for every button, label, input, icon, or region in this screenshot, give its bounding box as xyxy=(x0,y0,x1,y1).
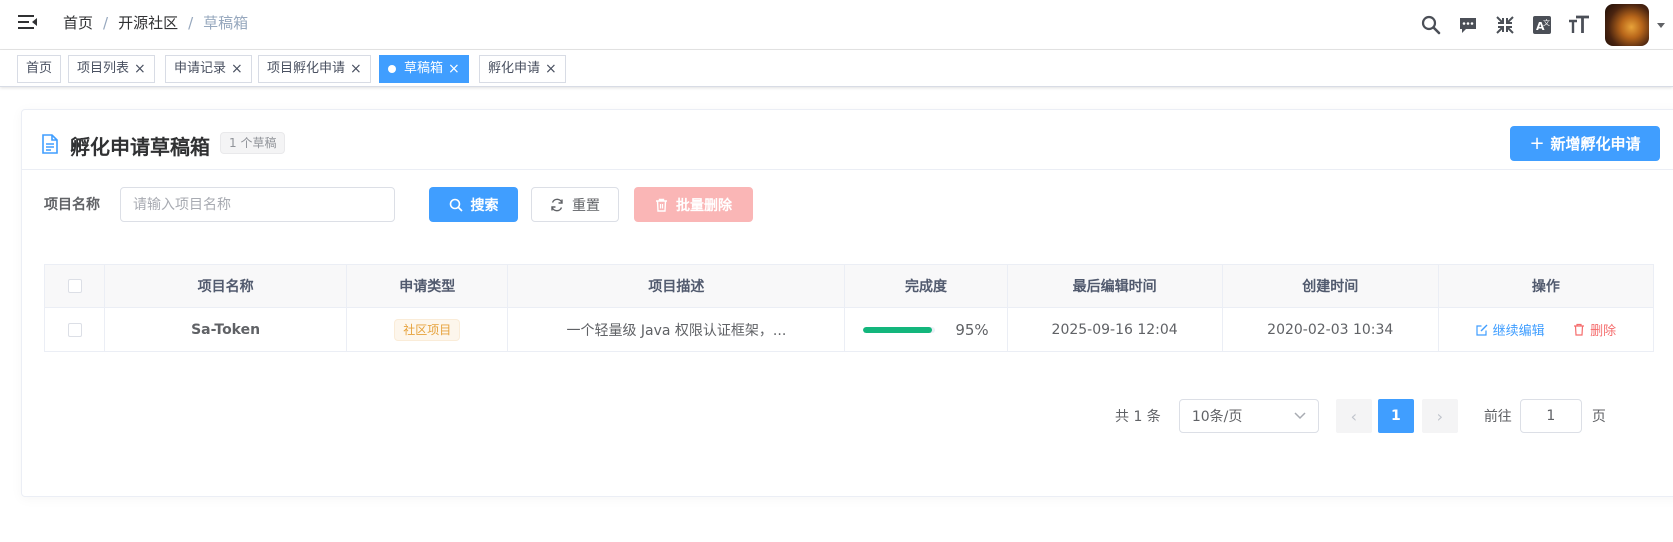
progress-percent: 95% xyxy=(955,320,989,339)
add-incubation-button[interactable]: + 新增孵化申请 xyxy=(1510,126,1660,161)
row-checkbox[interactable] xyxy=(67,322,82,337)
page-suffix: 页 xyxy=(1591,409,1606,425)
exit-fullscreen-icon[interactable] xyxy=(1486,10,1523,40)
next-page-button[interactable]: › xyxy=(1421,399,1458,433)
column-header: 创建时间 xyxy=(1221,264,1439,308)
search-button-label: 搜索 xyxy=(470,197,499,214)
tag-label: 首页 xyxy=(26,61,53,76)
breadcrumb-current: 草稿箱 xyxy=(203,14,249,32)
tag-application-records[interactable]: 申请记录 × xyxy=(165,55,252,83)
table-header-row: 项目名称 申请类型 项目描述 完成度 最后编辑时间 创建时间 操作 xyxy=(43,264,1655,308)
select-cell xyxy=(43,307,106,352)
header-right-menu: A文 xyxy=(1412,4,1673,46)
progress-cell: 95% xyxy=(844,307,1008,352)
navbar: 首页 / 开源社区 / 草稿箱 A文 xyxy=(0,0,1673,50)
last-edited-cell: 2025-09-16 12:04 xyxy=(1006,307,1223,352)
batch-delete-button[interactable]: 批量删除 xyxy=(634,187,753,222)
trash-icon xyxy=(656,198,667,212)
active-dot-icon xyxy=(388,65,396,73)
breadcrumb: 首页 / 开源社区 / 草稿箱 xyxy=(63,13,248,33)
breadcrumb-home[interactable]: 首页 xyxy=(63,13,93,33)
svg-text:文: 文 xyxy=(1543,18,1550,27)
batch-delete-label: 批量删除 xyxy=(676,197,732,214)
tag-project-list[interactable]: 项目列表 × xyxy=(68,55,155,83)
continue-edit-button[interactable]: 继续编辑 xyxy=(1476,320,1545,339)
progress-bar-fill xyxy=(863,326,932,333)
column-header: 最后编辑时间 xyxy=(1006,264,1223,308)
add-button-label: 新增孵化申请 xyxy=(1550,135,1641,153)
search-button[interactable]: 搜索 xyxy=(429,187,518,222)
project-name-search-input[interactable] xyxy=(120,187,395,222)
project-name-cell: Sa-Token xyxy=(104,307,348,352)
page-size-value: 10条/页 xyxy=(1191,409,1243,425)
font-size-icon[interactable] xyxy=(1560,10,1597,40)
tag-drafts[interactable]: 草稿箱 × xyxy=(379,55,469,83)
refresh-icon xyxy=(551,198,563,211)
goto-page-input[interactable] xyxy=(1519,399,1582,433)
hamburger-menu-icon[interactable] xyxy=(18,13,38,31)
tag-incubation[interactable]: 孵化申请 × xyxy=(479,55,566,83)
close-icon[interactable]: × xyxy=(231,62,243,76)
continue-edit-label: 继续编辑 xyxy=(1492,324,1545,339)
avatar[interactable] xyxy=(1605,4,1649,46)
tag-label: 项目列表 xyxy=(77,61,130,76)
progress-bar xyxy=(863,326,936,333)
tag-home[interactable]: 首页 xyxy=(17,55,62,83)
close-icon[interactable]: × xyxy=(448,62,460,76)
created-cell: 2020-02-03 10:34 xyxy=(1221,307,1439,352)
message-icon[interactable] xyxy=(1449,10,1486,40)
column-header: 项目名称 xyxy=(104,264,348,308)
type-tag: 社区项目 xyxy=(394,318,461,341)
delete-button[interactable]: 删除 xyxy=(1573,320,1616,339)
drafts-table: 项目名称 申请类型 项目描述 完成度 最后编辑时间 创建时间 操作 Sa-Tok… xyxy=(43,264,1655,352)
description-cell: 一个轻量级 Java 权限认证框架，... xyxy=(507,307,846,352)
delete-label: 删除 xyxy=(1590,323,1617,339)
close-icon[interactable]: × xyxy=(134,62,146,76)
trash-icon xyxy=(1574,323,1585,336)
plus-icon: + xyxy=(1529,133,1545,154)
tags-view: 首页 项目列表 × 申请记录 × 项目孵化申请 × 草稿箱 × 孵化申请 × xyxy=(0,50,1673,87)
card-header: 孵化申请草稿箱 1 个草稿 + 新增孵化申请 xyxy=(22,110,1673,170)
reset-button[interactable]: 重置 xyxy=(531,187,619,222)
page-number-active[interactable]: 1 xyxy=(1377,399,1414,433)
page-size-select[interactable]: 10条/页 xyxy=(1178,399,1319,433)
actions-cell: 继续编辑 删除 xyxy=(1437,307,1655,352)
breadcrumb-separator: / xyxy=(188,14,194,32)
close-icon[interactable]: × xyxy=(545,62,557,76)
translate-icon[interactable]: A文 xyxy=(1523,10,1560,40)
search-icon xyxy=(449,198,463,212)
select-all-cell xyxy=(43,264,106,308)
column-header: 项目描述 xyxy=(507,264,846,308)
document-icon xyxy=(41,134,59,158)
page-title: 孵化申请草稿箱 xyxy=(70,135,210,159)
pagination-total: 共 1 条 xyxy=(1115,409,1161,425)
chevron-down-icon xyxy=(1294,412,1306,420)
drafts-card: 孵化申请草稿箱 1 个草稿 + 新增孵化申请 项目名称 搜索 重置 批量删除 项… xyxy=(21,109,1673,497)
breadcrumb-community[interactable]: 开源社区 xyxy=(118,13,178,33)
pagination: 共 1 条 10条/页 ‹ 1 › 前往 页 xyxy=(1115,399,1606,433)
tag-incubation-application[interactable]: 项目孵化申请 × xyxy=(258,55,371,83)
type-cell: 社区项目 xyxy=(346,307,509,352)
tag-label: 申请记录 xyxy=(174,61,227,76)
column-header: 完成度 xyxy=(844,264,1008,308)
close-icon[interactable]: × xyxy=(350,62,362,76)
chevron-down-icon[interactable] xyxy=(1657,22,1665,28)
tag-label: 项目孵化申请 xyxy=(267,61,346,76)
column-header: 操作 xyxy=(1437,264,1655,308)
draft-count-badge: 1 个草稿 xyxy=(220,132,286,154)
breadcrumb-separator: / xyxy=(103,14,109,32)
tag-label: 孵化申请 xyxy=(488,61,541,76)
column-header: 申请类型 xyxy=(346,264,509,308)
goto-label: 前往 xyxy=(1483,409,1512,425)
search-label: 项目名称 xyxy=(44,197,100,213)
tag-label: 草稿箱 xyxy=(404,61,444,76)
reset-button-label: 重置 xyxy=(572,197,600,214)
prev-page-button[interactable]: ‹ xyxy=(1335,399,1372,433)
select-all-checkbox[interactable] xyxy=(67,279,82,293)
edit-icon xyxy=(1476,324,1488,336)
search-icon[interactable] xyxy=(1412,10,1449,40)
table-row: Sa-Token 社区项目 一个轻量级 Java 权限认证框架，... 95% … xyxy=(43,307,1655,352)
